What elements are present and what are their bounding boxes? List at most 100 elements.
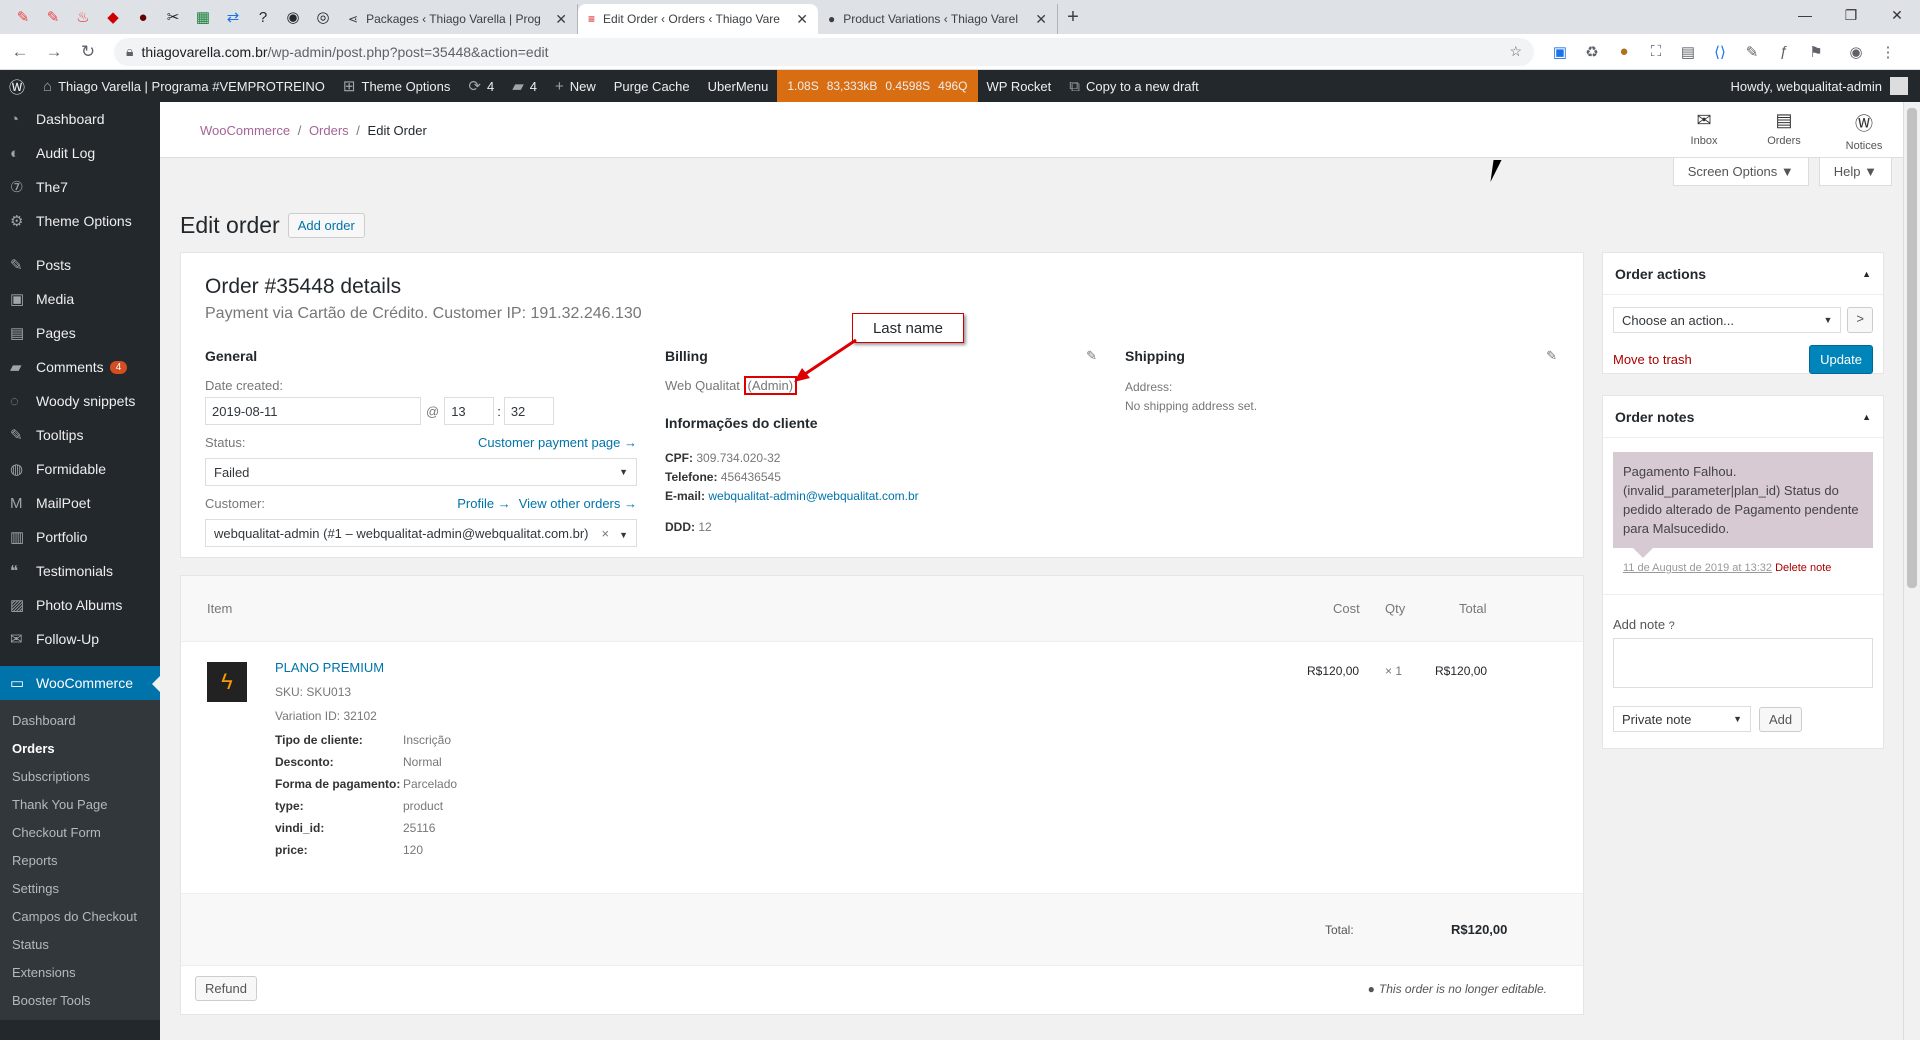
- reload-icon[interactable]: ↻: [74, 42, 102, 62]
- edit-shipping-icon[interactable]: ✎: [1546, 348, 1557, 364]
- function-icon[interactable]: ƒ: [1768, 43, 1800, 61]
- date-field[interactable]: 2019-08-11: [205, 397, 421, 425]
- pinned-tab-circle-icon[interactable]: ◉: [278, 0, 308, 34]
- scrollbar-thumb[interactable]: [1907, 108, 1917, 588]
- sidebar-item-portfolio[interactable]: ▥ Portfolio: [0, 520, 160, 554]
- refund-button[interactable]: Refund: [195, 976, 257, 1001]
- theme-options-link[interactable]: ⊞ Theme Options: [334, 70, 459, 102]
- cookie-icon[interactable]: ●: [1608, 43, 1640, 61]
- page-scrollbar[interactable]: [1903, 102, 1920, 1040]
- status-select[interactable]: Failed ▼: [205, 458, 637, 486]
- comments-link[interactable]: ▰ 4: [503, 70, 546, 102]
- new-content-link[interactable]: + New: [546, 70, 605, 102]
- pinned-tab-wp-icon[interactable]: ✎: [8, 0, 38, 34]
- submenu-thank-you-page[interactable]: Thank You Page: [0, 790, 160, 818]
- collapse-icon[interactable]: ▲: [1862, 412, 1871, 422]
- delete-note-link[interactable]: Delete note: [1775, 562, 1831, 574]
- screen-options-button[interactable]: Screen Options ▼: [1672, 158, 1809, 186]
- update-button[interactable]: Update: [1809, 345, 1873, 374]
- pinned-tab-sheet-icon[interactable]: ▦: [188, 0, 218, 34]
- back-icon[interactable]: ←: [6, 42, 34, 62]
- pinned-tab-tools-icon[interactable]: ✂: [158, 0, 188, 34]
- order-actions-header[interactable]: Order actions ▲: [1603, 253, 1883, 295]
- wp-logo-icon[interactable]: Ⓦ: [0, 70, 34, 102]
- view-other-orders-link[interactable]: View other orders →: [519, 496, 637, 511]
- profile-link[interactable]: Profile →: [457, 496, 510, 511]
- sidebar-item-media[interactable]: ▣ Media: [0, 282, 160, 316]
- flag-icon[interactable]: ⚑: [1800, 43, 1832, 61]
- code-icon[interactable]: ⟨⟩: [1704, 43, 1736, 61]
- edit-billing-icon[interactable]: ✎: [1086, 348, 1097, 364]
- browser-tab-packages[interactable]: ⋖ Packages ‹ Thiago Varella | Prog ✕: [338, 4, 578, 34]
- sidebar-item-the7[interactable]: ⑦ The7: [0, 170, 160, 204]
- pinned-tab-diamond-icon[interactable]: ◆: [98, 0, 128, 34]
- window-icon[interactable]: ▤: [1672, 43, 1704, 61]
- account-menu[interactable]: Howdy, webqualitat-admin: [1731, 77, 1920, 95]
- sidebar-item-formidable[interactable]: ◍ Formidable: [0, 452, 160, 486]
- minute-field[interactable]: 32: [503, 397, 554, 425]
- close-window-icon[interactable]: ✕: [1874, 0, 1920, 30]
- sidebar-item-woody-snippets[interactable]: ◌ Woody snippets: [0, 384, 160, 418]
- breadcrumb-orders[interactable]: Orders: [309, 123, 349, 138]
- recycle-icon[interactable]: ♻: [1576, 43, 1608, 61]
- order-notes-header[interactable]: Order notes ▲: [1603, 396, 1883, 438]
- sidebar-item-testimonials[interactable]: ❝ Testimonials: [0, 554, 160, 588]
- extension-icon[interactable]: ▣: [1544, 43, 1576, 61]
- star-icon[interactable]: ☆: [1509, 43, 1522, 60]
- apply-action-button[interactable]: >: [1847, 307, 1873, 333]
- submenu-settings[interactable]: Settings: [0, 874, 160, 902]
- maximize-icon[interactable]: ❐: [1828, 0, 1874, 30]
- pinned-tab-fire-icon[interactable]: ♨: [68, 0, 98, 34]
- note-type-select[interactable]: Private note ▼: [1613, 706, 1751, 732]
- pinned-tab-translate-icon[interactable]: ⇄: [218, 0, 248, 34]
- query-monitor[interactable]: 1.08S 83,333kB 0.4598S 496Q: [777, 70, 978, 102]
- sidebar-item-woocommerce[interactable]: ▭ WooCommerce: [0, 666, 160, 700]
- submenu-extensions[interactable]: Extensions: [0, 958, 160, 986]
- sidebar-item-photo-albums[interactable]: ▨ Photo Albums: [0, 588, 160, 622]
- submenu-orders[interactable]: Orders: [0, 734, 160, 762]
- browser-tab-edit-order[interactable]: ≡ Edit Order ‹ Orders ‹ Thiago Vare ✕: [578, 4, 818, 34]
- hour-field[interactable]: 13: [444, 397, 495, 425]
- new-tab-button[interactable]: +: [1058, 6, 1088, 29]
- forward-icon[interactable]: →: [40, 42, 68, 62]
- sidebar-item-dashboard[interactable]: ◔ Dashboard: [0, 102, 160, 136]
- pinned-tab-circle-icon[interactable]: ◎: [308, 0, 338, 34]
- pinned-tab-wp-icon[interactable]: ✎: [38, 0, 68, 34]
- eyedropper-icon[interactable]: ✎: [1736, 43, 1768, 61]
- sidebar-item-posts[interactable]: ✎ Posts: [0, 248, 160, 282]
- submenu-booster-tools[interactable]: Booster Tools: [0, 986, 160, 1014]
- notices-button[interactable]: Ⓦ Notices: [1824, 110, 1904, 152]
- browser-tab-product-variations[interactable]: ● Product Variations ‹ Thiago Varel ✕: [818, 4, 1058, 34]
- inbox-button[interactable]: ✉ Inbox: [1664, 110, 1744, 152]
- wp-rocket-link[interactable]: WP Rocket: [978, 70, 1061, 102]
- pinned-tab-person-icon[interactable]: ●: [128, 0, 158, 34]
- submenu-subscriptions[interactable]: Subscriptions: [0, 762, 160, 790]
- close-tab-icon[interactable]: ✕: [1035, 11, 1047, 28]
- updates-link[interactable]: ⟳ 4: [459, 70, 503, 102]
- submenu-campos-checkout[interactable]: Campos do Checkout: [0, 902, 160, 930]
- collapse-icon[interactable]: ▲: [1862, 269, 1871, 279]
- email-link[interactable]: webqualitat-admin@webqualitat.com.br: [708, 489, 918, 503]
- minimize-icon[interactable]: —: [1782, 0, 1828, 30]
- submenu-reports[interactable]: Reports: [0, 846, 160, 874]
- submenu-checkout-form[interactable]: Checkout Form: [0, 818, 160, 846]
- sidebar-item-pages[interactable]: ▤ Pages: [0, 316, 160, 350]
- sidebar-item-theme-options[interactable]: ⚙ Theme Options: [0, 204, 160, 238]
- move-to-trash-link[interactable]: Move to trash: [1613, 352, 1692, 367]
- account-icon[interactable]: ◉: [1840, 43, 1872, 61]
- close-tab-icon[interactable]: ✕: [796, 11, 808, 28]
- customer-payment-link[interactable]: Customer payment page →: [478, 435, 637, 454]
- submenu-dashboard[interactable]: Dashboard: [0, 706, 160, 734]
- crop-icon[interactable]: ⛶: [1640, 43, 1672, 61]
- product-link[interactable]: PLANO PREMIUM: [275, 660, 384, 675]
- order-action-select[interactable]: Choose an action... ▼: [1613, 307, 1842, 333]
- add-order-button[interactable]: Add order: [287, 213, 365, 238]
- submenu-status[interactable]: Status: [0, 930, 160, 958]
- orders-button[interactable]: ▤ Orders: [1744, 110, 1824, 152]
- menu-icon[interactable]: ⋮: [1872, 43, 1904, 61]
- clear-icon[interactable]: ×: [601, 526, 609, 541]
- ubermenu-link[interactable]: UberMenu: [699, 70, 778, 102]
- note-textarea[interactable]: [1613, 638, 1873, 688]
- sidebar-item-mailpoet[interactable]: M MailPoet: [0, 486, 160, 520]
- pinned-tab-question-icon[interactable]: ?: [248, 0, 278, 34]
